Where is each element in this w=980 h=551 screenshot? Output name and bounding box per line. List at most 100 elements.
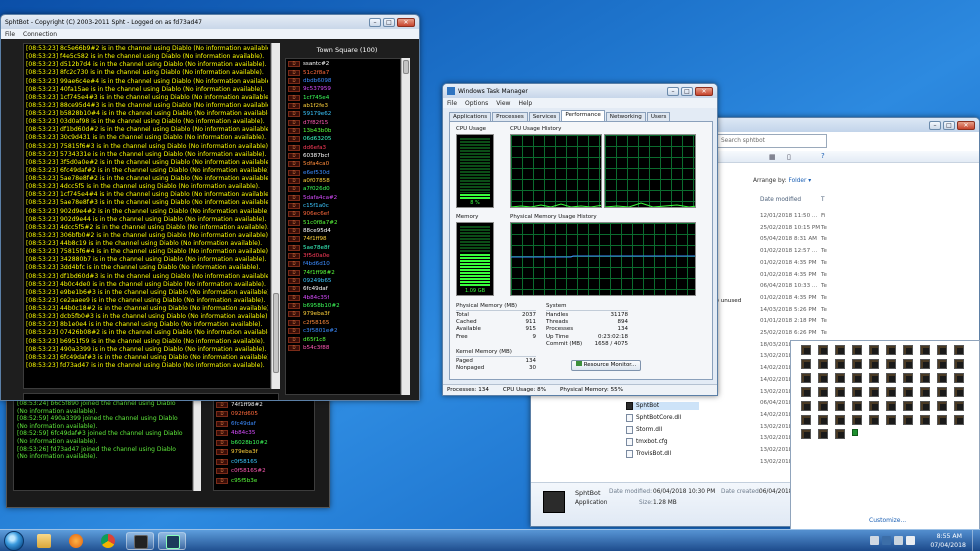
tray-app-icon[interactable]	[937, 387, 947, 397]
tray-app-icon[interactable]	[801, 359, 811, 369]
tray-app-icon[interactable]	[937, 345, 947, 355]
taskbar-explorer[interactable]	[30, 532, 58, 550]
user-row[interactable]: D 74f1ff98	[286, 235, 400, 243]
tray-app-icon[interactable]	[852, 387, 862, 397]
user-row[interactable]: D 60387bcf	[286, 152, 400, 160]
user-row[interactable]: Dc3f5801e#2	[286, 327, 400, 335]
start-button[interactable]	[4, 531, 24, 551]
tray-app-icon[interactable]	[869, 373, 879, 383]
tray-app-icon[interactable]	[801, 345, 811, 355]
tray-app-icon[interactable]	[937, 415, 947, 425]
tray-app-icon[interactable]	[818, 345, 828, 355]
resource-monitor-button[interactable]: Resource Monitor...	[571, 360, 641, 371]
tray-app-icon[interactable]	[852, 345, 862, 355]
tray-app-icon[interactable]	[835, 345, 845, 355]
menu-view[interactable]: View	[496, 100, 510, 107]
tray-app-icon[interactable]	[920, 401, 930, 411]
user-row[interactable]: Df4bd6d10	[286, 260, 400, 268]
tab-performance[interactable]: Performance	[561, 110, 605, 121]
clock-date[interactable]: 07/04/2018	[930, 542, 966, 549]
tray-app-icon[interactable]	[801, 429, 811, 439]
sphtbot-window[interactable]: SphtBot - Copyright (C) 2003-2011 Spht -…	[0, 14, 420, 401]
customize-link[interactable]: Customize...	[869, 517, 906, 524]
tray-app-icon[interactable]	[903, 373, 913, 383]
file-item[interactable]: Storm.dll	[626, 426, 662, 434]
tray-app-icon[interactable]	[954, 345, 964, 355]
user-row[interactable]: D 979eba3f	[286, 310, 400, 318]
arrange-by[interactable]: Arrange by: Folder ▾	[753, 178, 811, 184]
tray-app-icon[interactable]	[903, 401, 913, 411]
column-type[interactable]: T	[821, 197, 825, 203]
maximize-button[interactable]: □	[943, 120, 955, 130]
minimize-button[interactable]: –	[369, 17, 381, 27]
menu-file[interactable]: File	[5, 31, 15, 38]
user-row[interactable]: Dab1f2fe3	[286, 102, 400, 110]
user-list-scrollbar[interactable]	[401, 58, 410, 395]
arrange-value[interactable]: Folder	[788, 178, 806, 184]
tray-app-icon[interactable]	[818, 415, 828, 425]
user-row[interactable]: Ddbdb6098	[286, 77, 400, 85]
user-row[interactable]: D 74f1ff98#2	[214, 400, 314, 410]
close-button[interactable]: ✕	[397, 17, 415, 27]
tray-app-icon[interactable]	[886, 345, 896, 355]
user-row[interactable]: Db54c3f88	[286, 344, 400, 352]
network-icon[interactable]	[882, 536, 891, 545]
sphtbot-background-window[interactable]: [08:53:24] b6c5f890 joined the channel u…	[6, 396, 330, 508]
tray-app-icon[interactable]	[852, 415, 862, 425]
tray-app-icon[interactable]	[869, 359, 879, 369]
user-row[interactable]: D 13b43b0b	[286, 127, 400, 135]
user-row[interactable]: D 3f5d0a0e	[286, 252, 400, 260]
tray-app-icon[interactable]	[801, 415, 811, 425]
maximize-button[interactable]: □	[383, 17, 395, 27]
user-row[interactable]: D 5dfa4ca0	[286, 160, 400, 168]
chat-scrollbar[interactable]	[271, 43, 280, 389]
show-desktop-button[interactable]	[972, 530, 980, 551]
chat-scroll-thumb[interactable]	[273, 293, 279, 373]
tray-app-icon[interactable]	[852, 359, 862, 369]
preview-pane-icon[interactable]: ▯	[787, 153, 791, 161]
tray-app-icon[interactable]	[886, 401, 896, 411]
user-row[interactable]: D 4b84c35f	[286, 294, 400, 302]
tray-app-icon[interactable]	[852, 429, 858, 436]
tray-app-icon[interactable]	[818, 373, 828, 383]
user-row[interactable]: D 979eba3f	[214, 448, 314, 458]
tray-app-icon[interactable]	[886, 373, 896, 383]
user-row[interactable]: De6ef530d	[286, 168, 400, 176]
tray-app-icon[interactable]	[903, 387, 913, 397]
tray-app-icon[interactable]	[801, 373, 811, 383]
menu-file[interactable]: File	[447, 100, 457, 107]
user-row[interactable]: Db6028b10#2	[214, 438, 314, 448]
show-hidden-icons-icon[interactable]	[870, 536, 879, 545]
tray-app-icon[interactable]	[818, 387, 828, 397]
user-row[interactable]: D 06d63205	[286, 135, 400, 143]
tray-app-icon[interactable]	[886, 387, 896, 397]
user-row[interactable]: D 74f1ff98#2	[286, 269, 400, 277]
tray-app-icon[interactable]	[869, 401, 879, 411]
user-row[interactable]: D 092fd605	[214, 410, 314, 420]
tray-app-icon[interactable]	[920, 415, 930, 425]
clock-time[interactable]: 8:55 AM	[937, 533, 962, 540]
tray-app-icon[interactable]	[869, 387, 879, 397]
help-icon[interactable]: ?	[821, 152, 825, 160]
user-row[interactable]: Db6958b10#2	[286, 302, 400, 310]
tray-app-icon[interactable]	[835, 415, 845, 425]
user-scroll-thumb[interactable]	[403, 60, 409, 74]
view-options-icon[interactable]: ▦	[769, 153, 776, 161]
file-item[interactable]: SphtBot	[626, 402, 700, 410]
tray-app-icon[interactable]	[801, 387, 811, 397]
tray-app-icon[interactable]	[903, 345, 913, 355]
user-row[interactable]: Dc0f58165	[214, 457, 314, 467]
tray-app-icon[interactable]	[869, 345, 879, 355]
user-row[interactable]: D 6fc49daf	[214, 419, 314, 429]
tray-app-icon[interactable]	[852, 401, 862, 411]
tray-app-icon[interactable]	[801, 401, 811, 411]
user-row[interactable]: D 1cf745e4	[286, 93, 400, 101]
user-row[interactable]: D 906ec6ef	[286, 210, 400, 218]
tray-app-icon[interactable]	[937, 373, 947, 383]
user-row[interactable]: D 88ce95d4	[286, 227, 400, 235]
tray-app-icon[interactable]	[818, 401, 828, 411]
tray-app-icon[interactable]	[886, 415, 896, 425]
search-input[interactable]: Search sphtbot	[717, 134, 827, 148]
tray-app-icon[interactable]	[920, 373, 930, 383]
tray-app-icon[interactable]	[954, 415, 964, 425]
